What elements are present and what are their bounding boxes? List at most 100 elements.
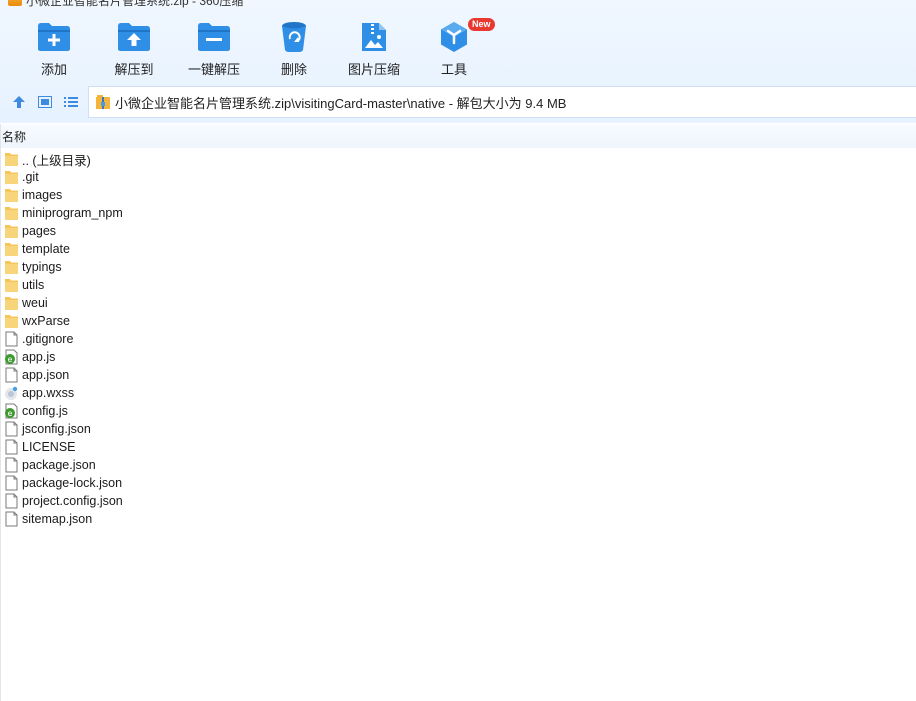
app-icon	[8, 0, 22, 6]
add-button[interactable]: 添加	[14, 14, 94, 78]
one-click-extract-label: 一键解压	[187, 62, 240, 77]
folder-icon	[4, 241, 19, 257]
list-item-file[interactable]: project.config.json	[1, 492, 916, 510]
file-list: 名称 .. (上级目录) .git images miniprogram_npmpag…	[0, 124, 916, 701]
list-item-file[interactable]: package-lock.json	[1, 474, 916, 492]
list-item-name: app.wxss	[22, 386, 75, 400]
tools-button[interactable]: New 工具	[414, 14, 495, 78]
list-item-name: package-lock.json	[22, 476, 123, 490]
svg-text:e: e	[8, 409, 13, 418]
list-item-file[interactable]: app.wxss	[1, 384, 916, 402]
list-item-folder[interactable]: miniprogram_npm	[1, 204, 916, 222]
list-view-icon	[64, 97, 78, 107]
list-item-name: pages	[22, 224, 57, 238]
list-item-folder[interactable]: template	[1, 240, 916, 258]
file-icon	[4, 331, 19, 347]
list-item-name: typings	[22, 260, 62, 274]
list-item-folder[interactable]: .git	[1, 168, 916, 186]
list-item-name: config.js	[22, 404, 68, 418]
new-badge: New	[468, 18, 495, 31]
list-item-file[interactable]: e config.js	[1, 402, 916, 420]
up-level-button[interactable]	[8, 91, 30, 113]
one-click-extract-icon	[195, 20, 233, 54]
folder-icon	[4, 205, 19, 221]
list-item-folder[interactable]: pages	[1, 222, 916, 240]
toolbar: 添加 解压到 一键解压 删除 图片压缩 New 工具	[14, 14, 495, 78]
image-compress-button[interactable]: 图片压缩	[334, 14, 414, 78]
file-icon	[4, 511, 19, 527]
list-item-name: template	[22, 242, 70, 256]
list-item-file[interactable]: e app.js	[1, 348, 916, 366]
extract-to-icon	[115, 20, 153, 54]
file-icon	[4, 421, 19, 437]
extract-to-button[interactable]: 解压到	[94, 14, 174, 78]
tools-icon: New	[435, 18, 495, 54]
title-bar: 小微企业智能名片管理系统.zip - 360压缩	[0, 0, 244, 8]
top-panel: 小微企业智能名片管理系统.zip - 360压缩 添加 解压到 一键解压 删除 …	[0, 0, 916, 123]
zip-archive-icon	[96, 95, 110, 109]
address-row: 小微企业智能名片管理系统.zip\visitingCard-master\nat…	[0, 86, 916, 118]
list-item-file[interactable]: .gitignore	[1, 330, 916, 348]
list-item-file[interactable]: LICENSE	[1, 438, 916, 456]
file-rows: .. (上级目录) .git images miniprogram_npmpages t…	[1, 150, 916, 528]
folder-icon	[4, 187, 19, 203]
list-item-name: jsconfig.json	[22, 422, 91, 436]
thumbnail-view-button[interactable]	[34, 91, 56, 113]
list-item-name: package.json	[22, 458, 96, 472]
file-icon	[4, 439, 19, 455]
list-item-name: app.json	[22, 368, 70, 382]
folder-icon	[4, 223, 19, 239]
column-name-label: 名称	[2, 129, 27, 144]
list-item-name: project.config.json	[22, 494, 123, 508]
one-click-extract-button[interactable]: 一键解压	[174, 14, 254, 78]
list-item-name: sitemap.json	[22, 512, 93, 526]
file-icon	[4, 493, 19, 509]
delete-label: 删除	[280, 62, 307, 77]
folder-icon	[4, 259, 19, 275]
list-item-folder[interactable]: weui	[1, 294, 916, 312]
list-item-file[interactable]: package.json	[1, 456, 916, 474]
js-file-icon: e	[4, 403, 19, 419]
list-item-folder[interactable]: utils	[1, 276, 916, 294]
file-icon	[4, 457, 19, 473]
window-title: 小微企业智能名片管理系统.zip - 360压缩	[26, 0, 244, 8]
list-item-name: LICENSE	[22, 440, 76, 454]
folder-icon	[4, 151, 19, 167]
file-icon	[4, 475, 19, 491]
list-item-name: wxParse	[22, 314, 70, 328]
list-view-button[interactable]	[60, 91, 82, 113]
image-compress-icon	[355, 20, 393, 54]
address-path: 小微企业智能名片管理系统.zip\visitingCard-master\nat…	[115, 95, 567, 111]
list-item-name: utils	[22, 278, 45, 292]
list-item-name: images	[22, 188, 63, 202]
list-item-folder[interactable]: .. (上级目录)	[1, 150, 916, 168]
folder-icon	[4, 313, 19, 329]
js-file-icon: e	[4, 349, 19, 365]
folder-icon	[4, 169, 19, 185]
delete-button[interactable]: 删除	[254, 14, 334, 78]
image-compress-label: 图片压缩	[347, 62, 400, 77]
list-item-folder[interactable]: typings	[1, 258, 916, 276]
wxss-file-icon	[4, 385, 19, 401]
list-item-name: miniprogram_npm	[22, 206, 123, 220]
list-item-folder[interactable]: images	[1, 186, 916, 204]
address-bar[interactable]: 小微企业智能名片管理系统.zip\visitingCard-master\nat…	[88, 86, 916, 118]
thumbnail-view-icon	[38, 96, 52, 108]
svg-text:e: e	[8, 355, 13, 364]
list-item-name: .git	[22, 170, 39, 184]
list-item-folder[interactable]: wxParse	[1, 312, 916, 330]
extract-to-label: 解压到	[114, 62, 154, 77]
folder-icon	[4, 277, 19, 293]
list-item-name: app.js	[22, 350, 56, 364]
list-item-name: .gitignore	[22, 332, 74, 346]
delete-icon	[275, 20, 313, 54]
arrow-up-icon	[13, 96, 25, 108]
list-item-file[interactable]: sitemap.json	[1, 510, 916, 528]
folder-icon	[4, 295, 19, 311]
list-item-file[interactable]: jsconfig.json	[1, 420, 916, 438]
add-label: 添加	[40, 62, 67, 77]
column-header-name[interactable]: 名称	[1, 124, 916, 148]
list-item-file[interactable]: app.json	[1, 366, 916, 384]
list-item-name: weui	[22, 296, 48, 310]
tools-label: 工具	[440, 62, 467, 77]
